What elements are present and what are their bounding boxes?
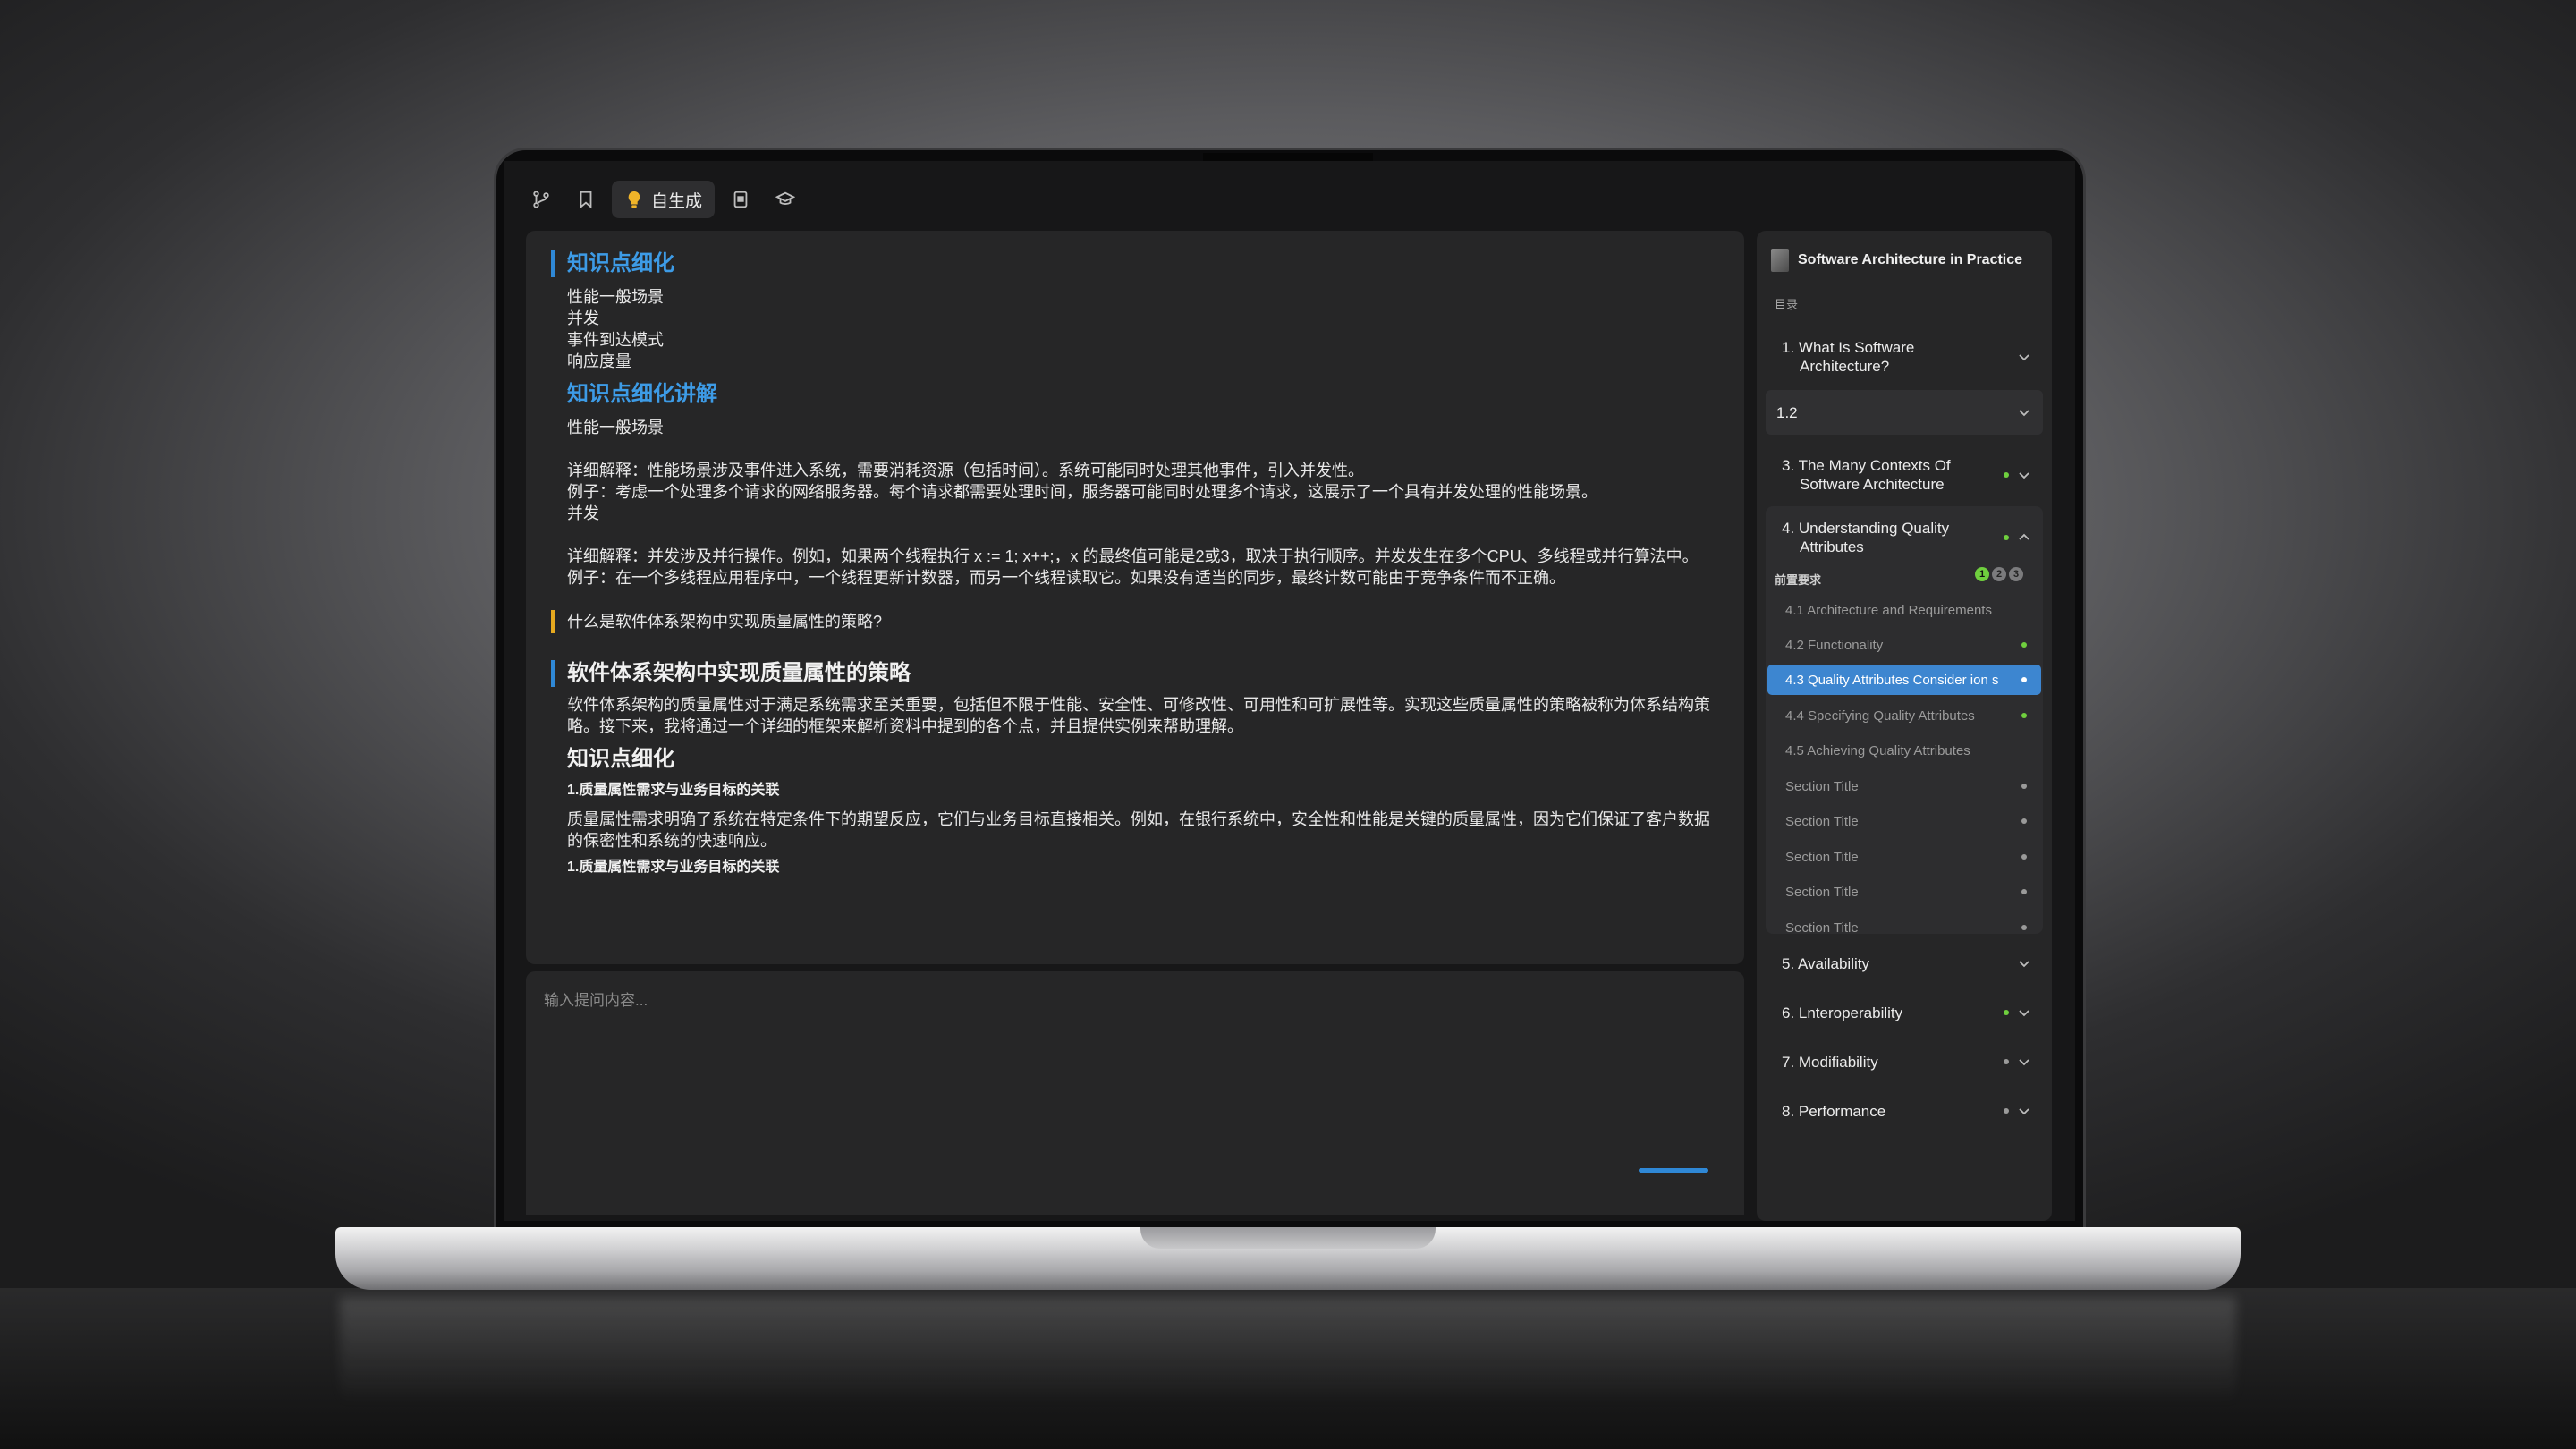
paragraph: 软件体系架构的质量属性对于满足系统需求至关重要，包括但不限于性能、安全性、可修改… <box>567 696 1710 735</box>
chevron-down-icon[interactable] <box>2018 469 2030 481</box>
prereq-badge[interactable]: 2 <box>1992 567 2006 581</box>
chapter-item-1-2-row[interactable]: 1.2 <box>1766 390 2043 435</box>
status-dot <box>2021 889 2027 894</box>
section-item[interactable]: Section Title <box>1767 806 2041 836</box>
document-button[interactable] <box>722 181 759 218</box>
paragraph: 详细解释：并发涉及并行操作。例如，如果两个线程执行 x := 1; x++;，x… <box>567 547 1699 565</box>
section-item[interactable]: Section Title <box>1767 877 2041 907</box>
prerequisite-badges: 1 2 3 <box>1975 567 2023 581</box>
status-dot <box>2021 784 2027 789</box>
status-dot <box>2004 1010 2009 1015</box>
section-title: 知识点细化 <box>551 250 1716 277</box>
chevron-down-icon[interactable] <box>2018 1105 2030 1117</box>
user-question: 什么是软件体系架构中实现质量属性的策略? <box>551 610 1716 633</box>
paragraph: 详细解释：性能场景涉及事件进入系统，需要消耗资源（包括时间）。系统可能同时处理其… <box>567 462 1364 479</box>
bookmark-icon <box>580 191 592 209</box>
chat-panel: 知识点细化 性能一般场景 并发 事件到达模式 响应度量 知识点细化讲解 性能一般… <box>526 231 1744 964</box>
status-dot <box>2021 713 2027 718</box>
status-dot <box>2021 677 2027 682</box>
chapter-item-3[interactable]: 3. The Many Contexts Of Software Archite… <box>1766 453 2043 497</box>
section-item[interactable]: Section Title <box>1767 771 2041 801</box>
lightbulb-icon <box>628 191 640 208</box>
chapter-label-line: 1. What Is Software <box>1782 339 1915 356</box>
subheading: 性能一般场景 <box>567 419 664 436</box>
status-dot <box>2004 1059 2009 1064</box>
knowledge-item: 事件到达模式 <box>567 331 664 349</box>
chevron-down-icon[interactable] <box>2018 957 2030 970</box>
section-item[interactable]: 4.1 Architecture and Requirements <box>1767 595 2041 625</box>
answer-title: 软件体系架构中实现质量属性的策略 <box>551 660 1716 687</box>
book-cover-icon <box>1771 249 1789 272</box>
knowledge-item: 性能一般场景 <box>567 288 664 306</box>
chevron-up-icon[interactable] <box>2018 531 2030 544</box>
answer-subheading: 1.质量属性需求与业务目标的关联 <box>567 860 780 875</box>
toc-sidebar: Software Architecture in Practice 目录 1. … <box>1757 231 2052 1221</box>
chapter-item-1[interactable]: 1. What Is Software Architecture? <box>1766 335 2043 379</box>
status-dot <box>2021 854 2027 860</box>
chapter-label: 8. Performance <box>1782 1102 1886 1120</box>
prerequisite-label: 前置要求 <box>1775 573 1822 587</box>
chapter-label: 1.2 <box>1776 403 1798 421</box>
question-input-area[interactable]: 输入提问内容... <box>526 971 1744 1215</box>
screen: 自生成 知识点细化 性能一般场景 并发 事件到达模式 响应度量 知识点细化讲解 … <box>504 161 2075 1221</box>
chapter-label-line: Software Architecture <box>1800 476 1945 493</box>
paragraph: 并发 <box>567 504 599 522</box>
knowledge-item: 并发 <box>567 309 599 327</box>
chevron-down-icon[interactable] <box>2018 351 2030 363</box>
chapter-item-6[interactable]: 6. Lnteroperability <box>1766 995 2043 1030</box>
chapter-label: 5. Availability <box>1782 954 1869 972</box>
status-dot <box>2021 925 2027 930</box>
section-item-active[interactable]: 4.3 Quality Attributes Consider ion s <box>1767 665 2041 695</box>
chapter-item-8[interactable]: 8. Performance <box>1766 1093 2043 1129</box>
chapter-item-7[interactable]: 7. Modifiability <box>1766 1044 2043 1080</box>
toolbar: 自生成 <box>522 181 804 218</box>
chapter-label: 7. Modifiability <box>1782 1053 1878 1071</box>
laptop-opening-notch <box>1140 1227 1436 1249</box>
section-item[interactable]: 4.5 Achieving Quality Attributes <box>1767 735 2041 766</box>
chevron-down-icon[interactable] <box>2018 1055 2030 1068</box>
prereq-badge[interactable]: 3 <box>2009 567 2023 581</box>
status-dot <box>2021 818 2027 824</box>
section-title: 知识点细化讲解 <box>567 382 717 406</box>
floor-reflection <box>340 1297 2236 1404</box>
question-input-placeholder: 输入提问内容... <box>544 992 648 1009</box>
status-dot <box>2004 535 2009 540</box>
bookmark-button[interactable] <box>567 181 605 218</box>
book-header: Software Architecture in Practice <box>1771 249 2022 272</box>
status-dot <box>2004 1108 2009 1114</box>
paragraph: 质量属性需求明确了系统在特定条件下的期望反应，它们与业务目标直接相关。例如，在银… <box>567 810 1710 850</box>
book-title: Software Architecture in Practice <box>1798 252 2023 267</box>
chevron-down-icon[interactable] <box>2018 1006 2030 1019</box>
self-generate-button[interactable]: 自生成 <box>612 181 716 218</box>
chapter-label-line: Attributes <box>1800 538 1864 555</box>
knowledge-item: 响应度量 <box>567 352 631 370</box>
branch-button[interactable] <box>522 181 560 218</box>
chapter-label-line: Architecture? <box>1800 358 1890 375</box>
prereq-badge[interactable]: 1 <box>1975 567 1989 581</box>
branch-icon <box>533 191 549 208</box>
section-item[interactable]: 4.4 Specifying Quality Attributes <box>1767 700 2041 731</box>
self-generate-label: 自生成 <box>651 191 703 211</box>
chapter-label-line: 3. The Many Contexts Of <box>1782 457 1951 474</box>
section-item[interactable]: Section Title <box>1767 912 2041 943</box>
chapter-label: 6. Lnteroperability <box>1782 1004 1903 1021</box>
paragraph: 例子：在一个多线程应用程序中，一个线程更新计数器，而另一个线程读取它。如果没有适… <box>567 569 1565 587</box>
chat-content: 知识点细化 性能一般场景 并发 事件到达模式 响应度量 知识点细化讲解 性能一般… <box>526 231 1744 964</box>
chevron-down-icon[interactable] <box>2018 406 2030 419</box>
chapter-item-4[interactable]: 4. Understanding Quality Attributes <box>1766 515 2043 560</box>
chapter-item-5[interactable]: 5. Availability <box>1766 945 2043 981</box>
send-button[interactable] <box>1639 1168 1708 1173</box>
status-dot <box>2021 642 2027 648</box>
section-item[interactable]: 4.2 Functionality <box>1767 630 2041 660</box>
answer-subheading: 1.质量属性需求与业务目标的关联 <box>567 783 780 798</box>
status-dot <box>2004 472 2009 478</box>
paragraph: 例子：考虑一个处理多个请求的网络服务器。每个请求都需要处理时间，服务器可能同时处… <box>567 483 1597 501</box>
answer-heading: 知识点细化 <box>567 747 674 771</box>
chapter-label-line: 4. Understanding Quality <box>1782 520 1950 537</box>
document-icon <box>733 191 748 208</box>
section-item[interactable]: Section Title <box>1767 842 2041 872</box>
graduation-cap-icon <box>775 191 796 205</box>
graduation-button[interactable] <box>767 181 804 218</box>
toc-label: 目录 <box>1775 298 1799 311</box>
